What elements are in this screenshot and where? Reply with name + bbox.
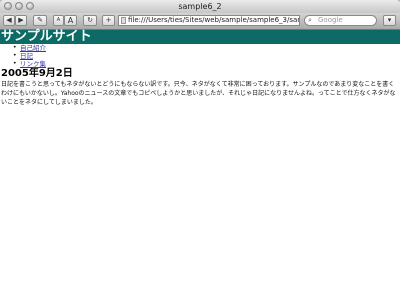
address-text: file:///Users/ties/Sites/web/sample/samp… [128, 16, 300, 24]
nav-item: 自己紹介 [0, 44, 400, 52]
window-controls [4, 2, 34, 10]
nav-list: 自己紹介 日記 リンク集 [0, 44, 400, 68]
title-bar: sample6_2 [0, 0, 400, 13]
nav-link-links[interactable]: リンク集 [20, 60, 46, 68]
close-button[interactable] [4, 2, 12, 10]
nav-item: 日記 [0, 52, 400, 60]
browser-toolbar: ◀ ▶ ✎ A A ↻ + file:///Users/ties/Sites/w… [0, 13, 400, 30]
text-smaller-button[interactable]: A [53, 15, 64, 26]
address-bar[interactable]: file:///Users/ties/Sites/web/sample/samp… [118, 15, 300, 26]
search-field[interactable]: ⌕ Google [304, 15, 377, 26]
reload-button[interactable]: ↻ [83, 15, 97, 26]
window-title: sample6_2 [178, 2, 222, 11]
nav-link-diary[interactable]: 日記 [20, 52, 33, 60]
nav-link-profile[interactable]: 自己紹介 [20, 44, 46, 52]
text-larger-button[interactable]: A [64, 15, 77, 26]
search-placeholder: Google [318, 16, 343, 24]
site-header: サンプルサイト [0, 30, 400, 44]
page-content: サンプルサイト 自己紹介 日記 リンク集 2005年9月2日 日記を書こうと思っ… [0, 30, 400, 298]
page-icon [121, 17, 126, 24]
zoom-button[interactable] [26, 2, 34, 10]
browser-window: sample6_2 ◀ ▶ ✎ A A ↻ + file:///Users/ti… [0, 0, 400, 298]
nav-item: リンク集 [0, 60, 400, 68]
bookmarks-button[interactable]: ▾ [383, 15, 396, 26]
diary-body: 日記を書こうと思ってもネタがないとどうにもならない訳です。只今、ネタがなくて非常… [1, 81, 396, 106]
add-bookmark-button[interactable]: + [102, 15, 115, 26]
down-arrow-icon: ▾ [387, 16, 392, 24]
search-icon: ⌕ [308, 16, 312, 24]
minimize-button[interactable] [15, 2, 23, 10]
forward-button[interactable]: ▶ [15, 15, 27, 26]
edit-button[interactable]: ✎ [33, 15, 47, 26]
back-button[interactable]: ◀ [3, 15, 15, 26]
date-heading: 2005年9月2日 [1, 68, 73, 79]
